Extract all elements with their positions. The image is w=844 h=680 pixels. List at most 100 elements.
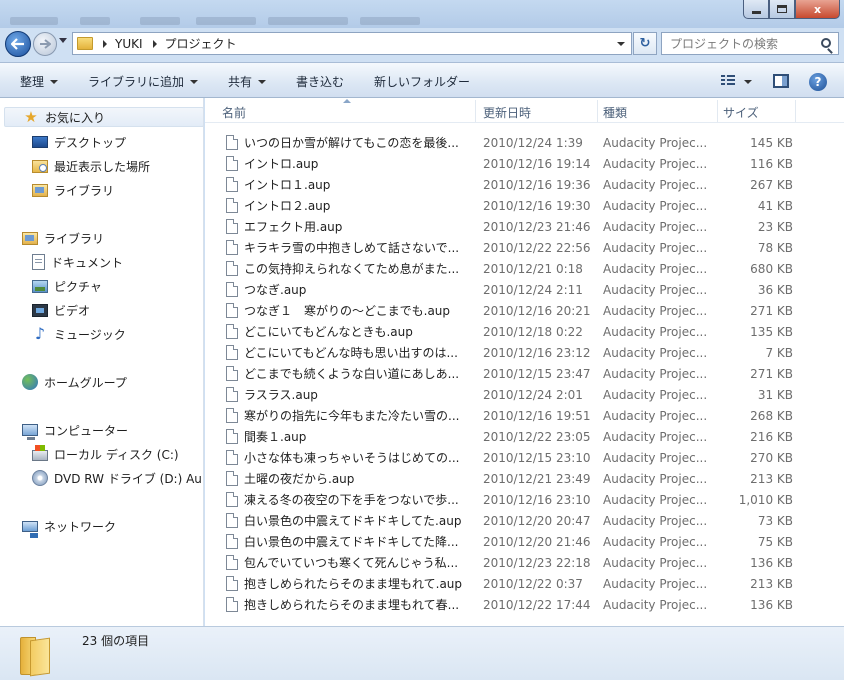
file-date: 2010/12/16 19:51 [483, 408, 591, 423]
sidebar-item-label: ミュージック [54, 327, 126, 342]
table-row[interactable]: 寒がりの指先に今年もまた冷たい雪の... 2010/12/16 19:51 Auda… [221, 405, 801, 426]
sidebar-favorites-label: お気に入り [45, 110, 106, 125]
file-size: 135 KB [750, 324, 793, 339]
table-row[interactable]: イントロ２.aup 2010/12/16 19:30 Audacity Projec… [221, 195, 801, 216]
file-type: Audacity Projec... [603, 240, 708, 255]
table-row[interactable]: キラキラ雪の中抱きしめて話さないで... 2010/12/22 22:56 Auda… [221, 237, 801, 258]
address-bar[interactable]: YUKI プロジェクト [72, 32, 632, 55]
sidebar-item-pictures[interactable]: ピクチャ [32, 276, 102, 296]
search-box[interactable] [661, 32, 839, 55]
organize-button[interactable]: 整理 [20, 73, 59, 90]
table-row[interactable]: いつの日か雪が解けてもこの恋を最後... 2010/12/24 1:39 Audac… [221, 132, 801, 153]
file-name: この気持抑えられなくてため息がまた... [244, 262, 460, 276]
file-name: どこまでも続くような白い道にあしあ... [244, 367, 460, 381]
sidebar-item-music[interactable]: ♪ ミュージック [32, 324, 126, 344]
sidebar-homegroup[interactable]: ホームグループ [22, 372, 127, 392]
table-row[interactable]: この気持抑えられなくてため息がまた... 2010/12/21 0:18 Audac… [221, 258, 801, 279]
minimize-button[interactable] [743, 0, 769, 19]
file-type: Audacity Projec... [603, 282, 708, 297]
column-header-type[interactable]: 種類 [603, 104, 627, 121]
breadcrumb-separator-icon[interactable] [103, 39, 107, 48]
table-row[interactable]: つなぎ１ 寒がりの～どこまでも.aup 2010/12/16 20:21 Audac… [221, 300, 801, 321]
sidebar-item-local-disk[interactable]: ローカル ディスク (C:) [32, 444, 179, 464]
table-row[interactable]: 包んでいていつも寒くて死んじゃう私... 2010/12/23 22:18 Auda… [221, 552, 801, 573]
file-name: イントロ１.aup [244, 178, 331, 192]
table-row[interactable]: 白い景色の中震えてドキドキしてた.aup 2010/12/20 20:47 Auda… [221, 510, 801, 531]
sidebar-item-label: 最近表示した場所 [54, 159, 151, 174]
column-divider[interactable] [597, 100, 598, 122]
sidebar-item-library-fav[interactable]: ライブラリ [32, 180, 114, 200]
title-ghost-text [10, 17, 58, 25]
share-button[interactable]: 共有 [228, 73, 267, 90]
sidebar-network[interactable]: ネットワーク [22, 516, 116, 538]
table-row[interactable]: どこにいてもどんな時も思い出すのは... 2010/12/16 23:12 Auda… [221, 342, 801, 363]
title-ghost-text [80, 17, 110, 25]
table-row[interactable]: 小さな体も凍っちゃいそうはじめての... 2010/12/15 23:10 Auda… [221, 447, 801, 468]
burn-button[interactable]: 書き込む [296, 73, 344, 90]
change-view-icon[interactable] [721, 75, 735, 86]
column-divider[interactable] [795, 100, 796, 122]
sidebar-item-documents[interactable]: ドキュメント [32, 252, 123, 272]
share-label: 共有 [228, 75, 253, 89]
column-header-date[interactable]: 更新日時 [483, 104, 531, 121]
file-type: Audacity Projec... [603, 366, 708, 381]
refresh-button[interactable]: ↻ [633, 32, 657, 55]
sidebar-item-label: ピクチャ [54, 279, 102, 294]
file-icon [226, 387, 238, 402]
view-options-dropdown-icon[interactable] [744, 80, 752, 84]
preview-pane-icon[interactable] [773, 74, 789, 88]
forward-button[interactable] [33, 32, 57, 56]
breadcrumb-separator-icon[interactable] [152, 39, 157, 48]
file-size: 36 KB [757, 282, 793, 297]
file-type: Audacity Projec... [603, 177, 708, 192]
new-folder-button[interactable]: 新しいフォルダー [374, 73, 470, 90]
include-in-library-button[interactable]: ライブラリに追加 [88, 73, 199, 90]
search-input[interactable] [670, 36, 820, 51]
back-button[interactable] [5, 31, 31, 57]
file-date: 2010/12/22 17:44 [483, 597, 591, 612]
file-name: 凍える冬の夜空の下を手をつないで歩... [244, 493, 459, 507]
address-dropdown-icon[interactable] [617, 42, 625, 46]
table-row[interactable]: 土曜の夜だから.aup 2010/12/21 23:49 Audacity Proj… [221, 468, 801, 489]
documents-icon [32, 254, 45, 270]
maximize-button[interactable] [769, 0, 795, 19]
file-type: Audacity Projec... [603, 555, 708, 570]
breadcrumb-yuki[interactable]: YUKI [115, 37, 143, 51]
local-disk-icon [32, 445, 48, 461]
sidebar-homegroup-label: ホームグループ [44, 375, 127, 390]
table-row[interactable]: 間奏１.aup 2010/12/22 23:05 Audacity Projec..… [221, 426, 801, 447]
file-date: 2010/12/22 22:56 [483, 240, 591, 255]
column-header-name[interactable]: 名前 [222, 104, 246, 121]
table-row[interactable]: エフェクト用.aup 2010/12/23 21:46 Audacity Proje… [221, 216, 801, 237]
sidebar-item-videos[interactable]: ビデオ [32, 300, 90, 320]
close-button[interactable]: x [795, 0, 840, 19]
sidebar-computer[interactable]: コンピューター [22, 420, 128, 440]
breadcrumb-project[interactable]: プロジェクト [165, 35, 237, 52]
table-row[interactable]: イントロ１.aup 2010/12/16 19:36 Audacity Projec… [221, 174, 801, 195]
file-name: エフェクト用.aup [244, 220, 343, 234]
sidebar-item-recent-places[interactable]: 最近表示した場所 [32, 156, 150, 176]
column-divider[interactable] [475, 100, 476, 122]
sidebar-item-desktop[interactable]: デスクトップ [32, 132, 126, 152]
table-row[interactable]: つなぎ.aup 2010/12/24 2:11 Audacity Projec...… [221, 279, 801, 300]
recent-pages-dropdown[interactable] [59, 38, 67, 43]
file-size: 271 KB [750, 366, 793, 381]
file-date: 2010/12/23 22:18 [483, 555, 591, 570]
help-icon[interactable]: ? [809, 73, 827, 91]
file-type: Audacity Projec... [603, 324, 708, 339]
table-row[interactable]: どこにいてもどんなときも.aup 2010/12/18 0:22 Audacity … [221, 321, 801, 342]
table-row[interactable]: 凍える冬の夜空の下を手をつないで歩... 2010/12/16 23:10 Auda… [221, 489, 801, 510]
table-row[interactable]: ラスラス.aup 2010/12/24 2:01 Audacity Projec..… [221, 384, 801, 405]
search-icon[interactable] [821, 38, 831, 48]
table-row[interactable]: 抱きしめられたらそのまま埋もれて春... 2010/12/22 17:44 Auda… [221, 594, 801, 615]
sidebar-libraries[interactable]: ライブラリ [22, 228, 104, 248]
table-row[interactable]: どこまでも続くような白い道にあしあ... 2010/12/15 23:47 Auda… [221, 363, 801, 384]
column-header-size[interactable]: サイズ [723, 104, 759, 121]
file-date: 2010/12/20 21:46 [483, 534, 591, 549]
sidebar-item-dvd-drive[interactable]: DVD RW ドライブ (D:) Au [32, 468, 202, 488]
table-row[interactable]: 白い景色の中震えてドキドキしてた降... 2010/12/20 21:46 Auda… [221, 531, 801, 552]
table-row[interactable]: 抱きしめられたらそのまま埋もれて.aup 2010/12/22 0:37 Audac… [221, 573, 801, 594]
column-divider[interactable] [717, 100, 718, 122]
sidebar-favorites[interactable]: ★ お気に入り [4, 107, 203, 127]
table-row[interactable]: イントロ.aup 2010/12/16 19:14 Audacity Projec.… [221, 153, 801, 174]
